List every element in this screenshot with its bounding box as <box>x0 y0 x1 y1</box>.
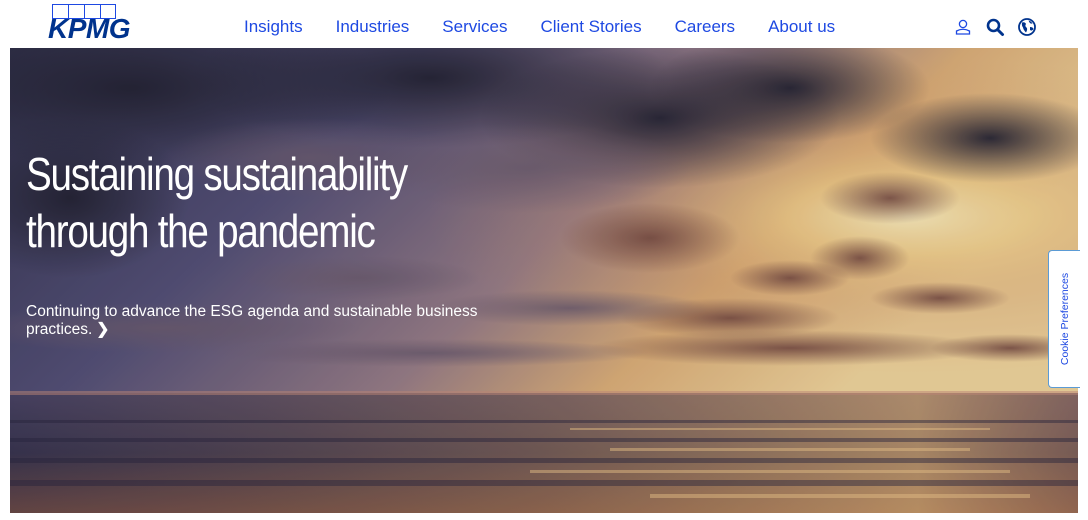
hero-subtitle-text: Continuing to advance the ESG agenda and… <box>26 303 478 338</box>
nav-item-industries[interactable]: Industries <box>336 10 410 38</box>
hero-title: Sustaining sustainability through the pa… <box>26 148 408 257</box>
nav-item-about-us[interactable]: About us <box>768 10 835 38</box>
search-icon[interactable] <box>984 16 1006 38</box>
user-icon[interactable] <box>952 16 974 38</box>
hero-sunset-image <box>10 48 1078 513</box>
site-header: KPMG Insights Industries Services Client… <box>0 0 1088 48</box>
main-nav: Insights Industries Services Client Stor… <box>244 0 868 48</box>
header-icons <box>952 14 1048 40</box>
nav-item-insights[interactable]: Insights <box>244 10 303 38</box>
cookie-preferences-tab[interactable]: Cookie Preferences <box>1048 250 1080 388</box>
nav-item-client-stories[interactable]: Client Stories <box>540 10 641 38</box>
cookie-preferences-label: Cookie Preferences <box>1058 272 1071 366</box>
hero-banner: Sustaining sustainability through the pa… <box>10 48 1078 513</box>
logo-wordmark: KPMG <box>48 13 131 44</box>
chevron-right-icon: ❯ <box>96 321 110 338</box>
kpmg-logo[interactable]: KPMG <box>34 4 146 44</box>
nav-item-careers[interactable]: Careers <box>675 10 735 38</box>
hero-subtitle-link[interactable]: Continuing to advance the ESG agenda and… <box>26 303 546 339</box>
globe-icon[interactable] <box>1016 16 1038 38</box>
nav-item-services[interactable]: Services <box>442 10 507 38</box>
